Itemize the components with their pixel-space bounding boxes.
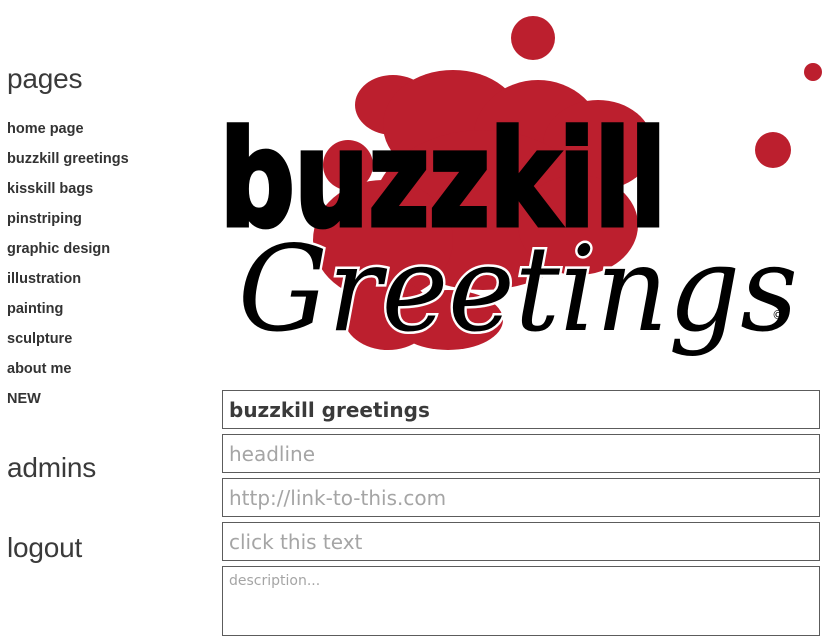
nav-item-buzzkill-greetings: buzzkill greetings: [7, 148, 129, 178]
nav-link-buzzkill-greetings[interactable]: buzzkill greetings: [7, 151, 129, 167]
nav-link-pinstriping[interactable]: pinstriping: [7, 211, 82, 227]
pages-heading: pages: [7, 63, 83, 94]
nav-item-illustration: illustration: [7, 268, 129, 298]
nav-item-home-page: home page: [7, 118, 129, 148]
nav-link-kisskill-bags[interactable]: kisskill bags: [7, 181, 93, 197]
admins-link[interactable]: admins: [7, 452, 96, 484]
buzzkill-greetings-logo: buzzkill Greetings ©: [218, 16, 822, 361]
logout-link[interactable]: logout: [7, 532, 82, 564]
nav-item-about-me: about me: [7, 358, 129, 388]
nav-link-sculpture[interactable]: sculpture: [7, 331, 72, 347]
pages-nav: home page buzzkill greetings kisskill ba…: [7, 118, 129, 418]
description-textarea[interactable]: [222, 566, 820, 636]
nav-item-sculpture: sculpture: [7, 328, 129, 358]
nav-item-kisskill-bags: kisskill bags: [7, 178, 129, 208]
logo-word-greetings: Greetings: [238, 220, 798, 358]
nav-link-home-page[interactable]: home page: [7, 121, 84, 137]
nav-link-illustration[interactable]: illustration: [7, 271, 81, 287]
nav-item-painting: painting: [7, 298, 129, 328]
link-input[interactable]: [222, 478, 820, 517]
nav-item-pinstriping: pinstriping: [7, 208, 129, 238]
title-input[interactable]: [222, 390, 820, 429]
headline-input[interactable]: [222, 434, 820, 473]
nav-item-new: NEW: [7, 388, 129, 418]
click-text-input[interactable]: [222, 522, 820, 561]
nav-link-painting[interactable]: painting: [7, 301, 63, 317]
nav-link-graphic-design[interactable]: graphic design: [7, 241, 110, 257]
logo-copyright-mark: ©: [772, 308, 784, 322]
nav-item-graphic-design: graphic design: [7, 238, 129, 268]
nav-link-new[interactable]: NEW: [7, 391, 41, 407]
sidebar: pages home page buzzkill greetings kissk…: [0, 0, 200, 624]
nav-link-about-me[interactable]: about me: [7, 361, 71, 377]
